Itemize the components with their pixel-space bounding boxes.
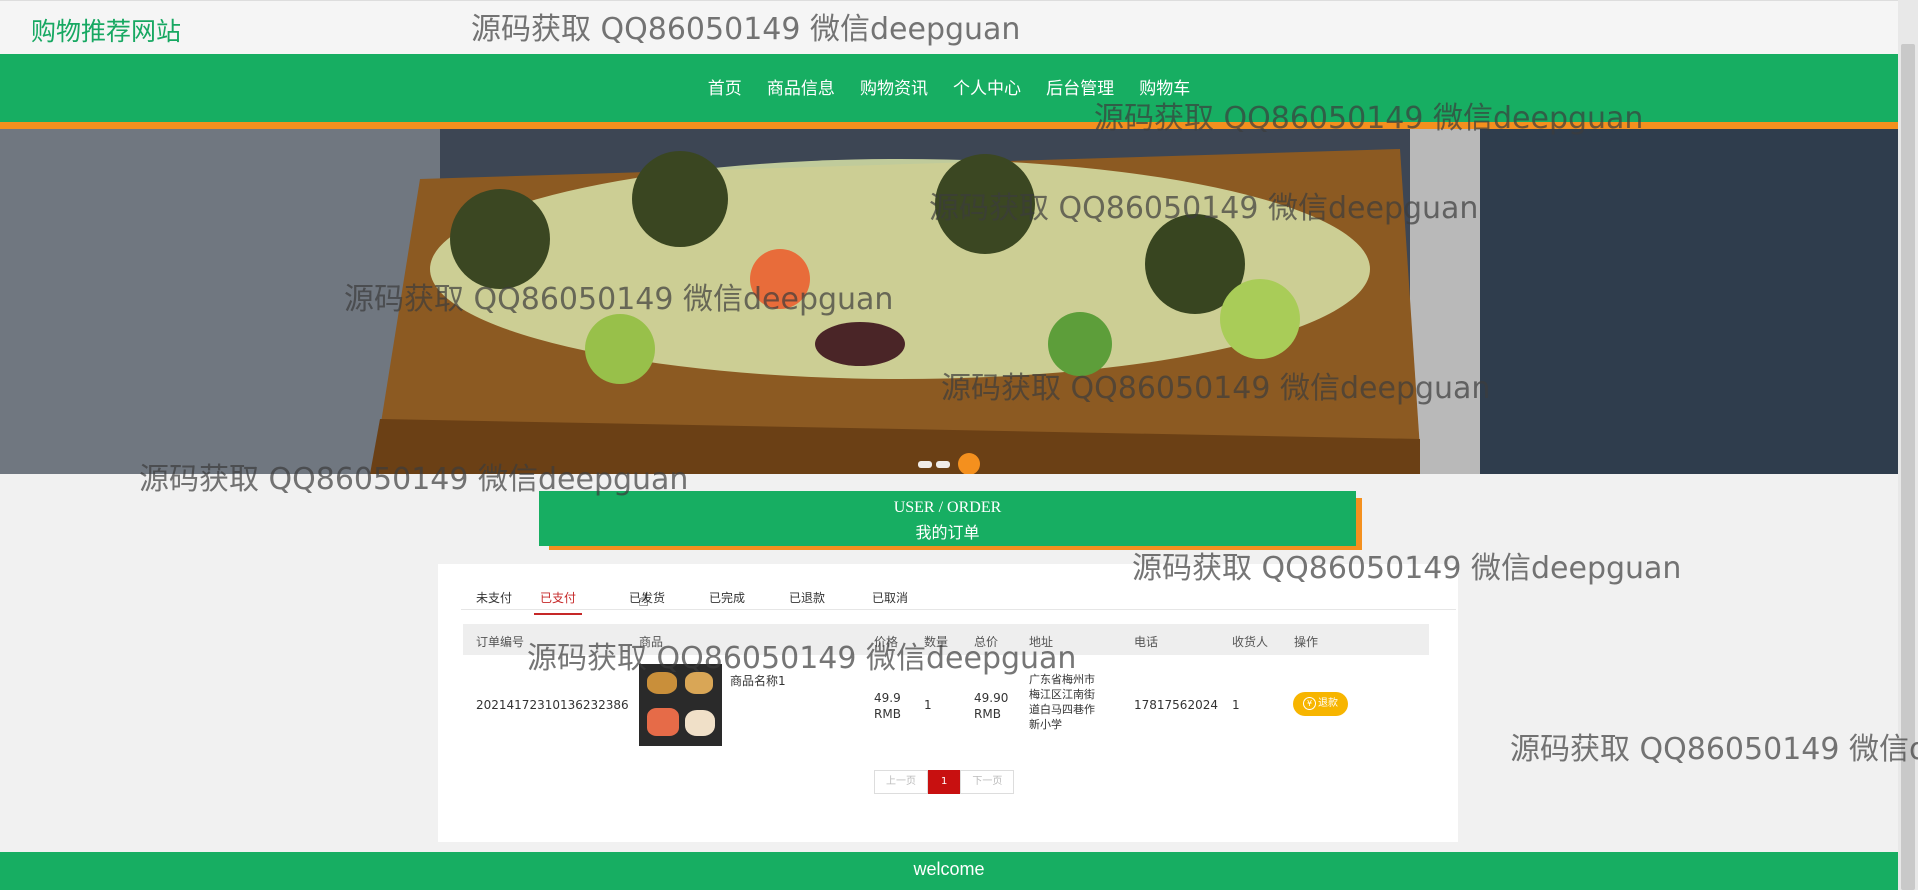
page-number-current[interactable]: 1: [928, 770, 961, 794]
quantity: 1: [924, 698, 932, 712]
next-page-button[interactable]: 下一页: [960, 770, 1015, 794]
total-amount: 49.90: [974, 691, 1009, 705]
watermark: 源码获取 QQ86050149 微信deepguan: [1510, 732, 1918, 767]
orders-panel: 未支付 已支付 已发货 已完成 已退款 已取消 订单编号 商品 价格 数量 总价…: [438, 564, 1458, 842]
prev-page-button[interactable]: 上一页: [874, 770, 928, 794]
nav-item-profile[interactable]: 个人中心: [953, 74, 1021, 99]
price-unit: RMB: [874, 707, 901, 721]
tab-completed[interactable]: 已完成: [709, 589, 745, 606]
carousel-indicators: [918, 453, 980, 474]
price-amount: 49.9: [874, 691, 901, 705]
pagination: 上一页 1 下一页: [874, 770, 1015, 794]
footer: welcome: [0, 852, 1898, 890]
nav-item-products[interactable]: 商品信息: [767, 74, 835, 99]
col-address: 地址: [1029, 635, 1054, 649]
mouse-cursor: ☝: [638, 590, 649, 611]
carousel-dot[interactable]: [936, 460, 950, 468]
order-number: 20214172310136232386: [476, 698, 629, 712]
col-receiver: 收货人: [1232, 635, 1269, 649]
tab-paid[interactable]: 已支付: [534, 589, 583, 615]
col-order-no: 订单编号: [476, 635, 525, 649]
tab-refunded[interactable]: 已退款: [789, 589, 825, 606]
product-thumbnail[interactable]: [639, 664, 722, 746]
vertical-scrollbar[interactable]: [1898, 0, 1918, 890]
hero-banner: [0, 129, 1898, 474]
col-product: 商品: [639, 635, 664, 649]
refund-label: 退款: [1318, 698, 1338, 709]
col-total: 总价: [974, 635, 999, 649]
top-bar: 购物推荐网站: [0, 0, 1898, 55]
nav-accent-stripe: [0, 122, 1898, 129]
order-status-tabs: 未支付 已支付 已发货 已完成 已退款 已取消: [461, 579, 1456, 615]
total-unit: RMB: [974, 707, 1001, 721]
total: 49.90 RMB: [974, 690, 1008, 722]
table-row: 20214172310136232386 商品名称1 49.9 RMB 1 49…: [463, 664, 1429, 754]
tab-cancelled[interactable]: 已取消: [872, 589, 908, 606]
col-price: 价格: [874, 635, 899, 649]
yen-icon: ¥: [1303, 696, 1316, 710]
footer-text: welcome: [913, 859, 985, 879]
banner-food-image: [0, 129, 1898, 474]
col-quantity: 数量: [924, 635, 949, 649]
nav-menu: 首页 商品信息 购物资讯 个人中心 后台管理 购物车: [0, 74, 1898, 99]
tab-unpaid[interactable]: 未支付: [476, 589, 512, 606]
carousel-dot[interactable]: [918, 460, 932, 468]
nav-item-news[interactable]: 购物资讯: [860, 74, 928, 99]
main-nav: 首页 商品信息 购物资讯 个人中心 后台管理 购物车: [0, 54, 1898, 122]
col-phone: 电话: [1134, 635, 1159, 649]
nav-item-cart[interactable]: 购物车: [1139, 74, 1190, 99]
scrollbar-thumb[interactable]: [1901, 44, 1915, 890]
col-action: 操作: [1294, 635, 1319, 649]
section-title-en: USER / ORDER: [893, 499, 1002, 516]
carousel-dot-active[interactable]: [958, 453, 980, 474]
phone: 17817562024: [1134, 698, 1218, 712]
section-title: USER / ORDER 我的订单: [539, 491, 1356, 546]
receiver: 1: [1232, 698, 1240, 712]
nav-item-home[interactable]: 首页: [708, 74, 742, 99]
product-name[interactable]: 商品名称1: [730, 672, 786, 689]
price: 49.9 RMB: [874, 690, 901, 722]
site-logo[interactable]: 购物推荐网站: [31, 12, 181, 48]
table-header: 订单编号 商品 价格 数量 总价 地址 电话 收货人 操作: [463, 624, 1429, 655]
refund-button[interactable]: ¥ 退款: [1293, 692, 1348, 716]
address: 广东省梅州市梅江区江南街道白马四巷作新小学: [1029, 673, 1095, 731]
nav-item-admin[interactable]: 后台管理: [1046, 74, 1114, 99]
section-title-cn: 我的订单: [915, 523, 980, 542]
